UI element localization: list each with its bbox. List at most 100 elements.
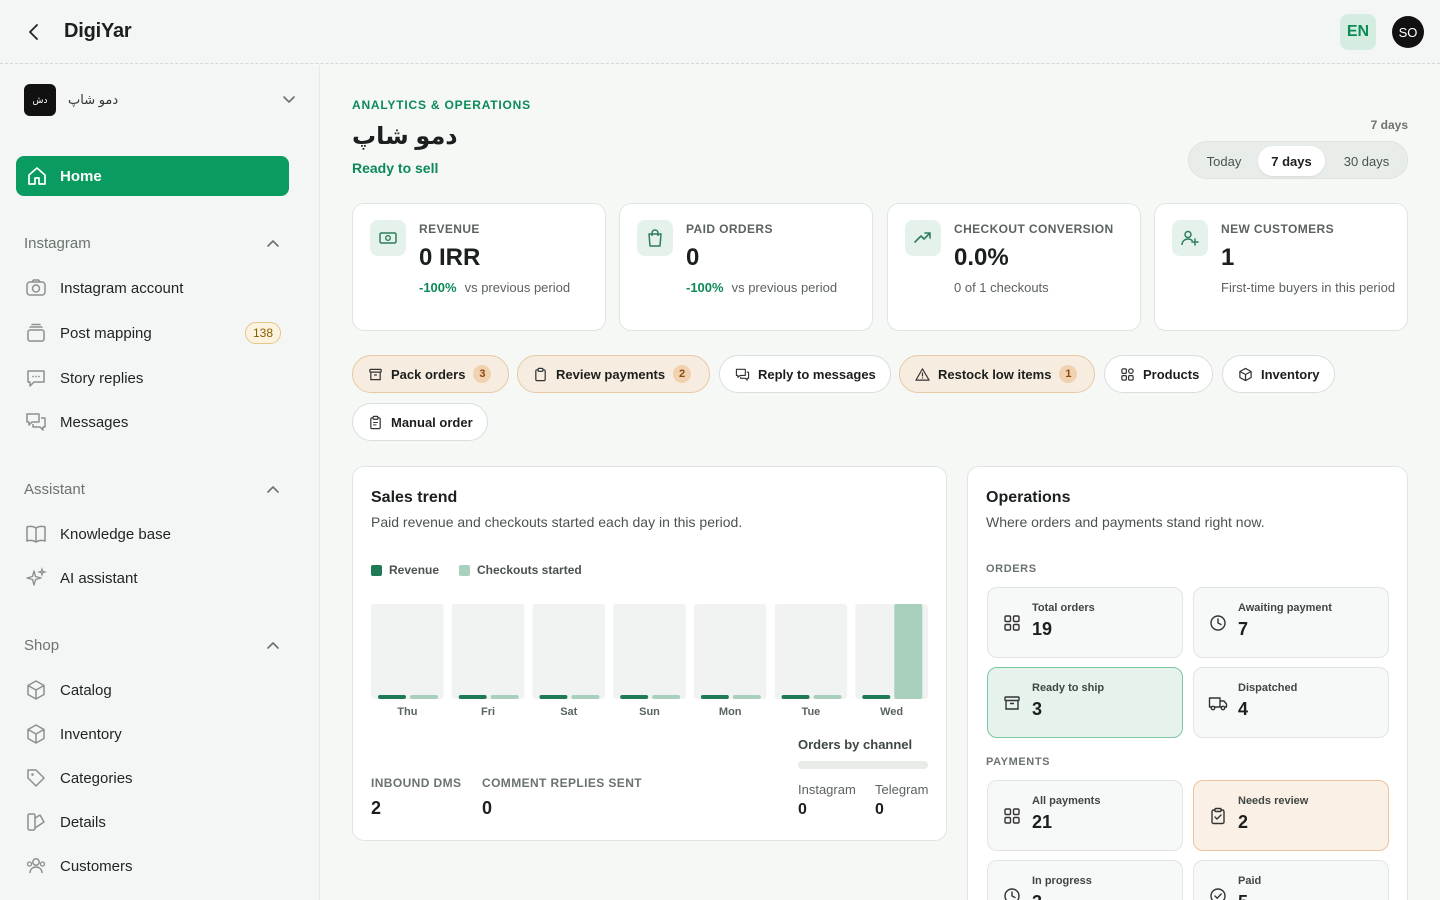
sparkles-icon — [24, 566, 48, 590]
sidebar-item-label: Instagram account — [60, 279, 184, 297]
tile-ready-to-ship[interactable]: Ready to ship 3 — [987, 667, 1183, 738]
tile-paid[interactable]: Paid 5 — [1193, 860, 1389, 900]
grid-icon — [1001, 805, 1023, 827]
tile-total-orders[interactable]: Total orders 19 — [987, 587, 1183, 658]
sidebar-item-knowledge-base[interactable]: Knowledge base — [24, 522, 281, 546]
tile-value: 5 — [1238, 892, 1248, 900]
archive-icon — [1001, 692, 1023, 714]
action-count-badge: 2 — [673, 365, 692, 383]
tile-value: 19 — [1032, 619, 1053, 639]
manual-order-button[interactable]: Manual order — [352, 403, 488, 441]
operations-title: Operations — [986, 489, 1071, 506]
section-shop-title: Shop — [24, 637, 60, 654]
inventory-button[interactable]: Inventory — [1222, 355, 1335, 393]
sidebar-item-catalog[interactable]: Catalog — [24, 678, 281, 702]
tile-awaiting-payment[interactable]: Awaiting payment 7 — [1193, 587, 1389, 658]
action-label: Reply to messages — [758, 366, 876, 382]
sidebar-item-label: Details — [60, 813, 106, 831]
section-assistant[interactable]: Assistant — [24, 481, 280, 498]
tile-all-payments[interactable]: All payments 21 — [987, 780, 1183, 851]
language-button[interactable]: EN — [1340, 14, 1376, 50]
tile-dispatched[interactable]: Dispatched 4 — [1193, 667, 1389, 738]
kpi-checkout-conversion: CHECKOUT CONVERSION 0.0% 0 of 1 checkout… — [887, 203, 1141, 331]
restock-low-items-button[interactable]: Restock low items 1 — [899, 355, 1095, 393]
section-instagram[interactable]: Instagram — [24, 235, 280, 252]
chart-bar-checkouts — [894, 604, 923, 699]
legend-swatch — [459, 564, 470, 576]
check-circle-icon — [1207, 885, 1229, 900]
shopping-bag-icon — [637, 220, 673, 256]
users-icon — [24, 854, 48, 878]
review-payments-button[interactable]: Review payments 2 — [517, 355, 710, 393]
home-icon — [28, 167, 46, 185]
sidebar-item-story-replies[interactable]: Story replies — [24, 366, 281, 390]
kpi-delta: -100% — [686, 280, 724, 295]
tile-in-progress[interactable]: In progress 3 — [987, 860, 1183, 900]
range-selector: Today 7 days 30 days — [1188, 141, 1408, 179]
chart-x-tick-label: Thu — [397, 706, 417, 718]
channel-instagram-value: 0 — [798, 801, 807, 818]
tile-value: 7 — [1238, 619, 1249, 639]
tile-label: Total orders — [1032, 602, 1095, 614]
chart-x-tick-label: Sat — [560, 706, 577, 718]
action-label: Restock low items — [938, 366, 1052, 382]
sidebar-item-post-mapping[interactable]: Post mapping 138 — [24, 321, 281, 345]
tile-value: 3 — [1032, 699, 1043, 719]
sidebar-item-customers[interactable]: Customers — [24, 854, 281, 878]
section-shop[interactable]: Shop — [24, 637, 280, 654]
tile-label: Dispatched — [1238, 682, 1298, 694]
messages-icon — [734, 366, 750, 382]
tile-value: 2 — [1238, 812, 1249, 832]
shop-switcher[interactable]: دش دمو شاپ — [24, 84, 296, 116]
range-7-days-button[interactable]: 7 days — [1258, 146, 1325, 176]
kpi-sub: 0 of 1 checkouts — [954, 280, 1049, 295]
tile-label: Needs review — [1238, 795, 1309, 807]
cash-icon — [370, 220, 406, 256]
pack-orders-button[interactable]: Pack orders 3 — [352, 355, 509, 393]
kpi-label: NEW CUSTOMERS — [1221, 222, 1334, 236]
tile-label: Ready to ship — [1032, 682, 1105, 694]
layers-icon — [24, 321, 48, 345]
back-button[interactable] — [22, 20, 46, 44]
chart-x-tick-label: Fri — [481, 706, 495, 718]
tile-value: 3 — [1032, 892, 1042, 900]
sidebar-item-ai-assistant[interactable]: AI assistant — [24, 566, 281, 590]
shop-status: Ready to sell — [352, 160, 439, 176]
clipboard-icon — [367, 414, 383, 430]
sidebar-item-categories[interactable]: Categories — [24, 766, 281, 790]
top-bar: DigiYar EN SO — [0, 0, 1440, 64]
sales-trend-subtitle: Paid revenue and checkouts started each … — [371, 514, 743, 530]
legend-label: Checkouts started — [477, 563, 582, 577]
chevron-up-icon — [267, 240, 279, 247]
page-title: دمو شاپ — [352, 123, 458, 150]
nav-home[interactable]: Home — [16, 156, 289, 196]
range-today-button[interactable]: Today — [1193, 146, 1255, 176]
sidebar-item-messages[interactable]: Messages — [24, 410, 281, 434]
orders-by-channel-title: Orders by channel — [798, 737, 913, 752]
kpi-label: REVENUE — [419, 222, 480, 236]
range-label: 7 days — [1370, 118, 1408, 132]
sidebar-item-inventory[interactable]: Inventory — [24, 722, 281, 746]
page-eyebrow: ANALYTICS & OPERATIONS — [352, 98, 531, 112]
range-30-days-button[interactable]: 30 days — [1328, 146, 1405, 176]
chart-x-tick-label: Mon — [719, 706, 742, 718]
sidebar-item-instagram-account[interactable]: Instagram account — [24, 276, 281, 300]
action-label: Inventory — [1261, 366, 1320, 382]
avatar[interactable]: SO — [1392, 16, 1424, 48]
box-icon — [24, 722, 48, 746]
sidebar-item-details[interactable]: Details — [24, 810, 281, 834]
kpi-value: 0 — [686, 244, 700, 271]
app-title: DigiYar — [64, 20, 132, 42]
tile-needs-review[interactable]: Needs review 2 — [1193, 780, 1389, 851]
chevron-up-icon — [267, 642, 279, 649]
reply-to-messages-button[interactable]: Reply to messages — [719, 355, 891, 393]
action-count-badge: 1 — [1059, 365, 1078, 383]
comment-replies-label: COMMENT REPLIES SENT — [482, 776, 643, 790]
products-button[interactable]: Products — [1104, 355, 1213, 393]
chart-day-track — [774, 604, 848, 699]
kpi-sub: First-time buyers in this period — [1221, 280, 1396, 295]
kpi-paid-orders: PAID ORDERS 0 -100% vs previous period — [619, 203, 873, 331]
chart-bar-checkouts — [813, 695, 842, 699]
sidebar-item-label: Customers — [60, 857, 133, 875]
legend-label: Revenue — [389, 563, 440, 577]
